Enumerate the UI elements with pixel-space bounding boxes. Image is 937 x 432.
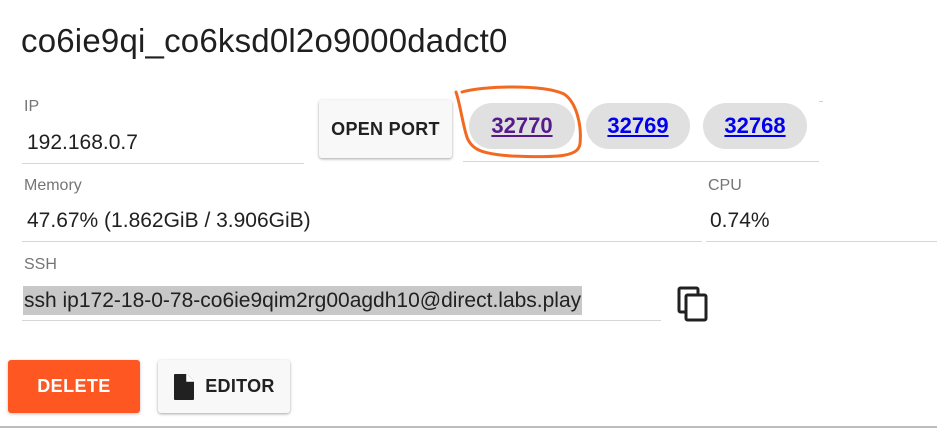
bottom-divider — [0, 426, 937, 428]
ip-value: 192.168.0.7 — [27, 131, 138, 154]
memory-underline — [22, 241, 702, 242]
ip-underline — [22, 163, 304, 164]
ports-underline — [463, 161, 819, 162]
open-port-button[interactable]: OPEN PORT — [319, 100, 452, 158]
cpu-label: CPU — [708, 177, 742, 194]
delete-button[interactable]: DELETE — [8, 360, 140, 413]
file-icon — [174, 373, 195, 400]
ssh-underline — [22, 320, 661, 321]
ssh-command[interactable]: ssh ip172-18-0-78-co6ie9qim2rg00agdh10@d… — [23, 286, 583, 315]
port-link-32769[interactable]: 32769 — [586, 103, 690, 149]
instance-panel: co6ie9qi_co6ksd0l2o9000dadct0 IP 192.168… — [0, 0, 937, 432]
ip-label: IP — [24, 98, 40, 115]
memory-value: 47.67% (1.862GiB / 3.906GiB) — [27, 209, 311, 232]
ssh-label: SSH — [24, 256, 57, 273]
ports-corner-mark — [819, 101, 823, 102]
copy-icon[interactable] — [677, 286, 709, 322]
port-link-32768[interactable]: 32768 — [703, 103, 807, 149]
instance-title: co6ie9qi_co6ksd0l2o9000dadct0 — [21, 22, 508, 59]
port-link-32770[interactable]: 32770 — [469, 103, 575, 149]
cpu-value: 0.74% — [710, 209, 770, 232]
memory-label: Memory — [24, 177, 82, 194]
cpu-underline — [706, 241, 937, 242]
editor-button-label: EDITOR — [205, 376, 275, 396]
editor-button[interactable]: EDITOR — [158, 360, 290, 413]
